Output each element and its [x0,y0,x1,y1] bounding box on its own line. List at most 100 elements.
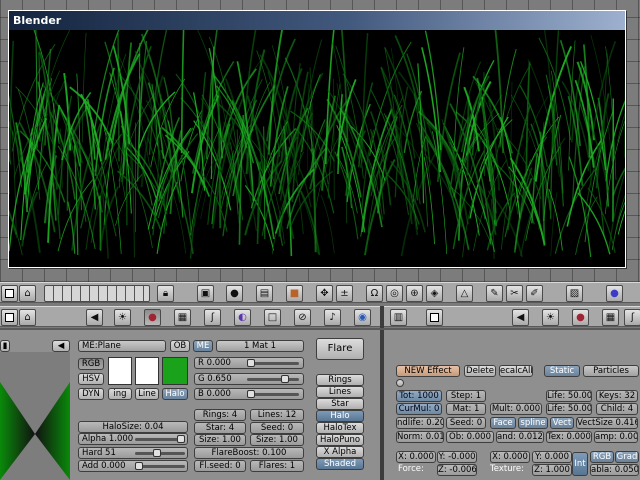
static-toggle[interactable]: Static [544,365,580,377]
lamp-icon[interactable]: ☀ [114,309,131,326]
me-button[interactable]: ME [193,340,213,352]
child-field[interactable]: Child: 4 [596,403,638,415]
tot-field[interactable]: Tot: 1000 [396,390,442,402]
curmul-field[interactable]: CurMul: 0 [396,403,442,415]
view-icon[interactable]: ▣ [197,285,214,302]
seed-field[interactable]: Seed: 0 [446,417,486,429]
new-effect-button[interactable]: NEW Effect [396,365,460,377]
rings-toggle[interactable]: Rings [316,374,364,386]
ob-field[interactable]: Ob: 0.000 [446,431,494,443]
dyn-mode-button[interactable]: DYN [78,388,104,400]
window-type-icon[interactable]: ▥ [390,309,407,326]
lines-toggle[interactable]: Lines [316,386,364,398]
rgb-mode-button[interactable]: RGB [78,358,104,370]
add-slider[interactable]: Add 0.000 [78,460,188,472]
mult-field[interactable]: Mult: 0.000 [490,403,542,415]
scale-icon[interactable]: ± [336,285,353,302]
recalc-all-button[interactable]: ecalcAll [499,365,533,377]
damp-field[interactable]: amp: 0.000 [594,431,638,443]
material-index-field[interactable]: 1 Mat 1 [216,340,304,352]
force-z-field[interactable]: Z: -0.006 [437,464,477,476]
b-slider[interactable]: B 0.000 [194,388,304,400]
keys-field[interactable]: Keys: 32 [596,390,638,402]
blender-icon[interactable]: ● [606,285,623,302]
mesh-name-field[interactable]: ME:Plane [78,340,166,352]
edit-icon[interactable]: ✐ [526,285,543,302]
life-field[interactable]: Life: 50.00 [546,390,592,402]
mir-color-swatch[interactable] [135,357,159,385]
home-icon[interactable]: ⌂ [19,309,36,326]
texture-x-field[interactable]: X: 0.000 [490,451,530,463]
texture-icon[interactable]: ▦ [602,309,619,326]
mesh-icon[interactable]: ■ [286,285,303,302]
flseed-field[interactable]: Fl.seed: 0 [194,460,246,472]
checkbox-icon[interactable] [426,309,443,326]
material-icon[interactable]: ● [144,309,161,326]
rand-field[interactable]: and: 0.012 [496,431,544,443]
material-icon[interactable]: ● [572,309,589,326]
ob-button[interactable]: OB [170,340,190,352]
g-slider[interactable]: G 0.650 [194,373,304,385]
animation-icon[interactable]: ʃ [624,309,640,326]
rotate-icon[interactable]: ◈ [426,285,443,302]
force-x-field[interactable]: X: 0.000 [396,451,436,463]
rgb-toggle[interactable]: RGB [590,451,614,463]
spec-color-swatch[interactable] [108,357,132,385]
image-icon[interactable]: ▨ [566,285,583,302]
lines-field[interactable]: Lines: 12 [250,409,304,421]
halotex-toggle[interactable]: HaloTex [316,422,364,434]
world-icon[interactable]: ◐ [234,309,251,326]
size2-field[interactable]: Size: 1.00 [250,434,304,446]
preview-toggle-button[interactable]: ▮ [0,340,10,352]
alpha-slider-knob[interactable] [177,435,185,443]
g-slider-knob[interactable] [281,375,289,383]
spline-toggle[interactable]: spline [518,417,548,429]
sound-icon[interactable]: ♪ [324,309,341,326]
seed-field[interactable]: Seed: 0 [250,422,304,434]
hsv-mode-button[interactable]: HSV [78,373,104,385]
move-icon[interactable]: ✥ [316,285,333,302]
home-icon[interactable]: ⌂ [19,285,36,302]
hard-slider[interactable]: Hard 51 [78,447,188,459]
grad-toggle[interactable]: Grad [615,451,639,463]
flares-field[interactable]: Flares: 1 [250,460,304,472]
star-field[interactable]: Star: 4 [194,422,246,434]
effect-type-menu[interactable]: Particles [583,365,639,377]
halo-color-swatch[interactable] [162,357,188,385]
delete-effect-button[interactable]: Delete [464,365,496,377]
line-label-button[interactable]: Line [135,388,159,400]
halo-label-button[interactable]: Halo [162,388,188,400]
grab-icon[interactable]: ⊕ [406,285,423,302]
mat-field[interactable]: Mat: 1 [446,403,486,415]
int-toggle[interactable]: Int [572,452,588,476]
tool-icon[interactable]: △ [456,285,473,302]
checkbox-icon[interactable] [1,309,18,326]
flare-button[interactable]: Flare [316,338,364,360]
lamp-icon[interactable]: ☀ [542,309,559,326]
effect-select-dot[interactable] [396,379,404,387]
randlife-field[interactable]: ndlife: 0.200 [396,417,444,429]
proportional-icon[interactable]: ◎ [386,285,403,302]
r-slider-knob[interactable] [247,359,255,367]
texture-y-field[interactable]: Y: 0.000 [532,451,572,463]
preview-arrow-button[interactable]: ◀ [52,340,70,352]
animation-icon[interactable]: ʃ [204,309,221,326]
paint-icon[interactable]: ✎ [486,285,503,302]
star-toggle[interactable]: Star [316,398,364,410]
nabla-field[interactable]: abla: 0.050 [590,464,639,476]
shaded-toggle[interactable]: Shaded [316,458,364,470]
vect-toggle[interactable]: Vect [550,417,574,429]
edit-object-icon[interactable]: □ [264,309,281,326]
sculpt-icon[interactable]: ✂ [506,285,523,302]
render-window[interactable]: Blender [8,10,626,268]
size-field[interactable]: Size: 1.00 [194,434,246,446]
shading-icon[interactable]: ● [226,285,243,302]
xalpha-toggle[interactable]: X Alpha [316,446,364,458]
norm-field[interactable]: Norm: 0.010 [396,431,444,443]
b-slider-knob[interactable] [247,390,255,398]
hard-slider-knob[interactable] [153,449,161,457]
snap-icon[interactable]: Ω [366,285,383,302]
face-toggle[interactable]: Face [490,417,516,429]
pivot-icon[interactable]: ▤ [256,285,273,302]
halopuno-toggle[interactable]: HaloPuno [316,434,364,446]
